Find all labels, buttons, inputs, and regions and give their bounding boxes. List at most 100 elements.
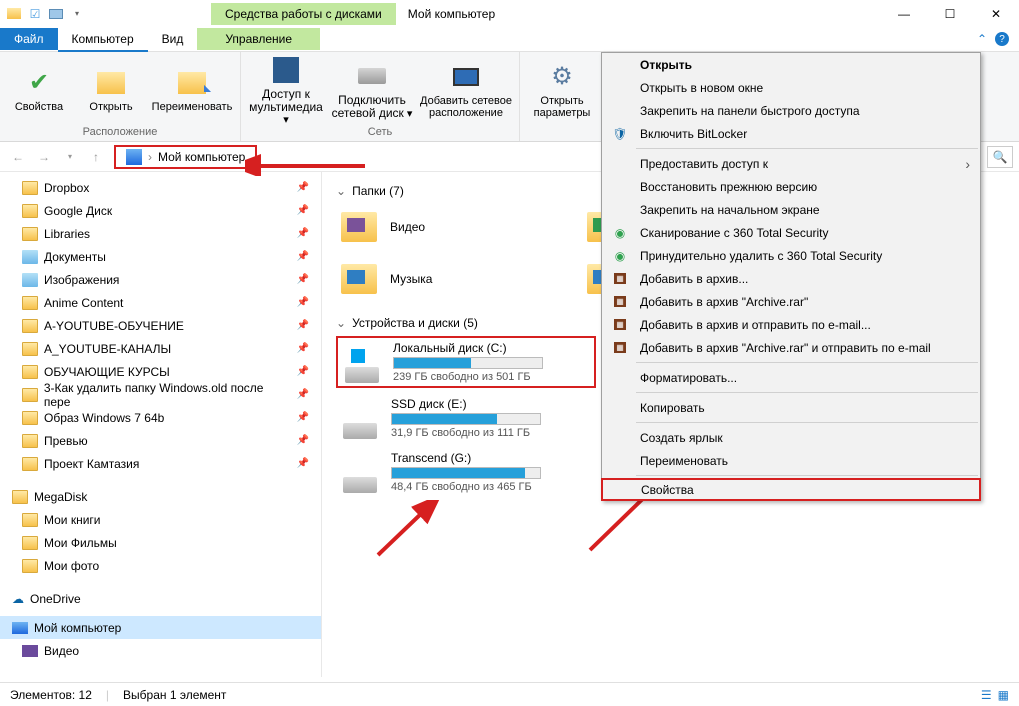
rename-icon	[176, 67, 208, 99]
sidebar-item[interactable]: Проект Камтазия📌	[0, 452, 321, 475]
drive-capacity-text: 239 ГБ свободно из 501 ГБ	[393, 371, 591, 383]
folder-icon	[338, 258, 380, 300]
rename-button[interactable]: Переименовать	[150, 67, 234, 113]
sidebar-item[interactable]: Видео	[0, 639, 321, 662]
qat-dropdown-icon[interactable]: ▾	[69, 6, 85, 22]
sidebar-item[interactable]: Dropbox📌	[0, 176, 321, 199]
sidebar-item[interactable]: A_YOUTUBE-КАНАЛЫ📌	[0, 337, 321, 360]
sidebar-item[interactable]: Превью 📌	[0, 429, 321, 452]
contextual-tab-header: Средства работы с дисками	[211, 3, 396, 25]
menu-separator	[636, 362, 978, 363]
thispc-icon	[12, 622, 28, 634]
menu-item[interactable]: ▦Добавить в архив "Archive.rar"	[602, 290, 980, 313]
menu-item[interactable]: ◉Принудительно удалить с 360 Total Secur…	[602, 244, 980, 267]
address-bar[interactable]: › Мой компьютер	[114, 145, 257, 169]
menu-item-label: Форматировать...	[640, 371, 737, 385]
maximize-button[interactable]: ☐	[927, 0, 973, 27]
media-access-button[interactable]: Доступ к мультимедиа ▾	[247, 54, 325, 126]
menu-item[interactable]: ◉Сканирование с 360 Total Security	[602, 221, 980, 244]
menu-item[interactable]: Форматировать...	[602, 366, 980, 389]
drive-item[interactable]: Transcend (G:)48,4 ГБ свободно из 465 ГБ	[336, 448, 596, 496]
sidebar-item-label: Превью	[44, 434, 88, 448]
sidebar-item[interactable]: Мой компьютер	[0, 616, 321, 639]
back-button[interactable]: ←	[6, 145, 30, 169]
menu-item[interactable]: Закрепить на начальном экране	[602, 198, 980, 221]
menu-item[interactable]: Создать ярлык	[602, 426, 980, 449]
sidebar-item[interactable]: Anime Content📌	[0, 291, 321, 314]
sidebar-item[interactable]: 3-Как удалить папку Windows.old после пе…	[0, 383, 321, 406]
sidebar-item[interactable]: Мои Фильмы	[0, 531, 321, 554]
sidebar-item-label: Документы	[44, 250, 106, 264]
sidebar-item-label: Мой компьютер	[34, 621, 121, 635]
pin-icon: 📌	[297, 458, 309, 469]
sidebar-item[interactable]: Мои фото	[0, 554, 321, 577]
menu-item[interactable]: Предоставить доступ к›	[602, 152, 980, 175]
tiles-view-icon[interactable]: ▦	[998, 688, 1009, 702]
menu-item[interactable]: Открыть в новом окне	[602, 76, 980, 99]
history-dropdown[interactable]: ▾	[58, 145, 82, 169]
menu-separator	[636, 148, 978, 149]
menu-item-label: Создать ярлык	[640, 431, 723, 445]
drive-item[interactable]: Локальный диск (C:)239 ГБ свободно из 50…	[336, 336, 596, 388]
menu-item[interactable]: Копировать	[602, 396, 980, 419]
menu-item[interactable]: Закрепить на панели быстрого доступа	[602, 99, 980, 122]
details-view-icon[interactable]: ☰	[981, 688, 992, 702]
breadcrumb[interactable]: Мой компьютер	[158, 150, 245, 164]
menu-item[interactable]: Свойства	[601, 478, 981, 501]
window-title: Мой компьютер	[408, 7, 495, 21]
menu-item[interactable]: ▦Добавить в архив и отправить по e-mail.…	[602, 313, 980, 336]
menu-item-label: Включить BitLocker	[640, 127, 747, 141]
sidebar-item[interactable]: A-YOUTUBE-ОБУЧЕНИЕ📌	[0, 314, 321, 337]
sidebar-item-label: Google Диск	[44, 204, 112, 218]
add-net-location-button[interactable]: Добавить сетевое расположение	[419, 61, 513, 119]
minimize-button[interactable]: —	[881, 0, 927, 27]
open-settings-button[interactable]: ⚙Открыть параметры	[526, 61, 598, 119]
folder-item[interactable]: Музыка	[336, 256, 576, 302]
tab-view[interactable]: Вид	[148, 28, 198, 50]
sidebar-item-label: Видео	[44, 644, 79, 658]
forward-button[interactable]: →	[32, 145, 56, 169]
sidebar-item[interactable]: MegaDisk	[0, 485, 321, 508]
sidebar-item[interactable]: Документы📌	[0, 245, 321, 268]
pin-icon: 📌	[297, 228, 309, 239]
open-button[interactable]: Открыть	[78, 67, 144, 113]
menu-item[interactable]: Восстановить прежнюю версию	[602, 175, 980, 198]
pin-icon: 📌	[297, 435, 309, 446]
close-button[interactable]: ✕	[973, 0, 1019, 27]
tab-file[interactable]: Файл	[0, 28, 58, 50]
menu-separator	[636, 392, 978, 393]
help-icon[interactable]: ?	[995, 32, 1009, 46]
folder-icon[interactable]	[6, 6, 22, 22]
menu-separator	[636, 475, 978, 476]
menu-item[interactable]: ▦Добавить в архив...	[602, 267, 980, 290]
sidebar-item[interactable]: Libraries📌	[0, 222, 321, 245]
menu-item[interactable]: Переименовать	[602, 449, 980, 472]
properties-button[interactable]: ✔Свойства	[6, 67, 72, 113]
monitor-icon	[450, 61, 482, 93]
navigation-pane[interactable]: Dropbox📌Google Диск📌Libraries📌Документы📌…	[0, 172, 322, 677]
properties-icon[interactable]: ☑	[27, 6, 43, 22]
capacity-bar	[393, 357, 543, 369]
ribbon-collapse-icon[interactable]: ⌃	[977, 32, 987, 46]
search-input[interactable]: 🔍	[987, 146, 1013, 168]
menu-item[interactable]: ▦Добавить в архив "Archive.rar" и отправ…	[602, 336, 980, 359]
sidebar-item[interactable]: ☁OneDrive	[0, 587, 321, 610]
up-button[interactable]: ↑	[84, 145, 108, 169]
computer-icon[interactable]	[48, 6, 64, 22]
menu-item[interactable]: Открыть	[602, 53, 980, 76]
sidebar-item[interactable]: Google Диск📌	[0, 199, 321, 222]
sidebar-item-label: Мои Фильмы	[44, 536, 117, 550]
tab-manage[interactable]: Управление	[197, 28, 320, 50]
drive-item[interactable]: SSD диск (E:)31,9 ГБ свободно из 111 ГБ	[336, 394, 596, 442]
gear-icon: ⚙	[546, 61, 578, 93]
menu-item[interactable]: 🛡Включить BitLocker	[602, 122, 980, 145]
menu-item-label: Сканирование с 360 Total Security	[640, 226, 829, 240]
sidebar-item[interactable]: Образ Windows 7 64b📌	[0, 406, 321, 429]
folder-item[interactable]: Видео	[336, 204, 576, 250]
menu-item-label: Копировать	[640, 401, 705, 415]
sidebar-item-label: MegaDisk	[34, 490, 87, 504]
tab-computer[interactable]: Компьютер	[58, 28, 148, 52]
map-drive-button[interactable]: Подключить сетевой диск ▾	[331, 60, 413, 120]
sidebar-item[interactable]: Мои книги	[0, 508, 321, 531]
sidebar-item[interactable]: Изображения📌	[0, 268, 321, 291]
